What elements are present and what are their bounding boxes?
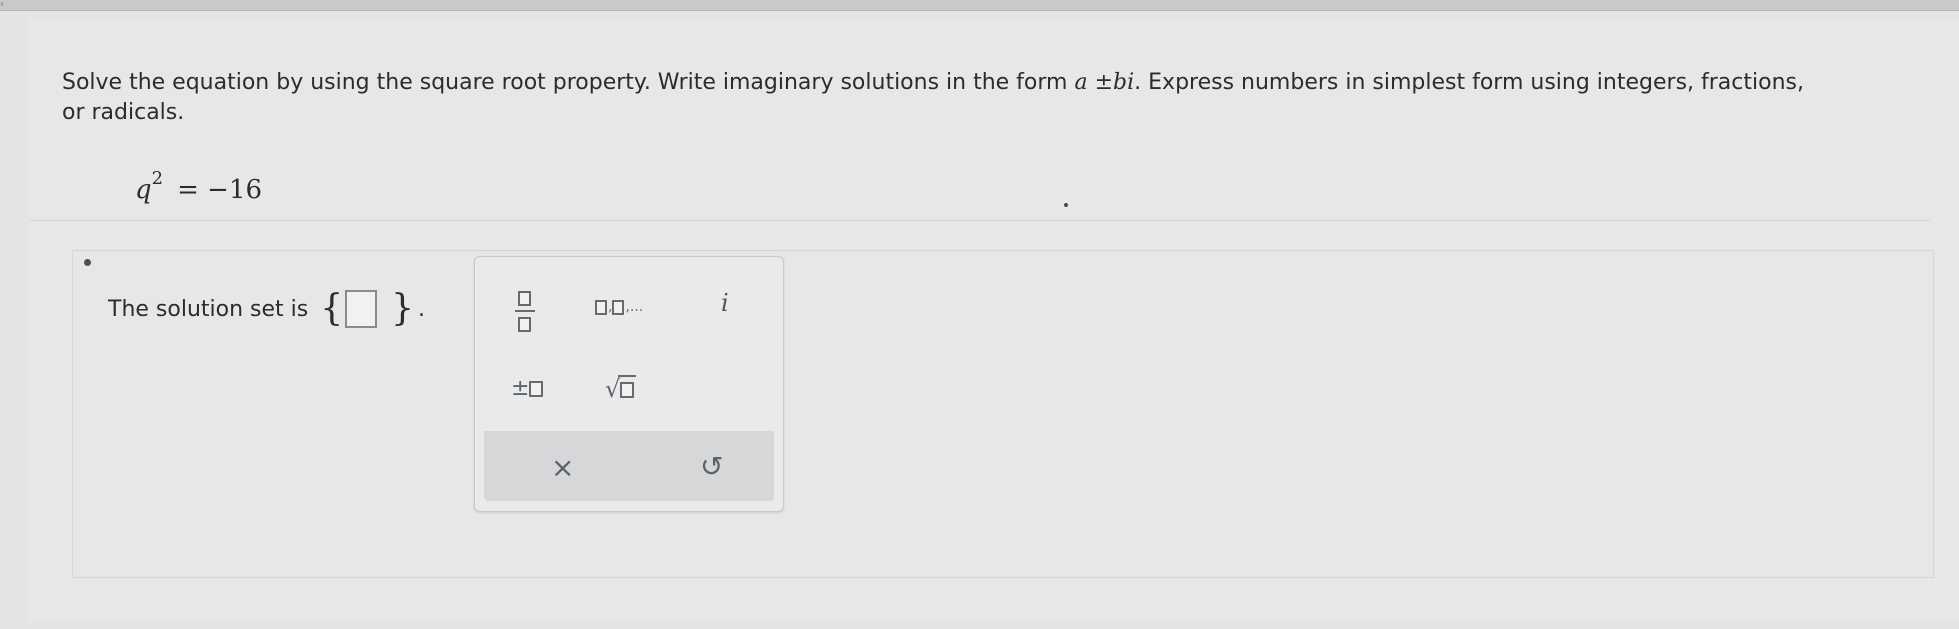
left-arrow-icon[interactable]: ‹ [0,0,8,10]
list-icon [595,299,607,315]
radicand-icon [618,375,637,399]
question-prompt: Solve the equation by using the square r… [62,68,1922,128]
keypad-action-bar: × ↺ [484,431,774,501]
fraction-icon [518,291,531,306]
equation-rest: = −16 [177,175,263,205]
fraction-button[interactable] [515,291,537,343]
open-brace: { [320,288,344,329]
plus-minus-button[interactable]: ± [511,376,544,401]
imaginary-unit-button[interactable]: i [721,291,729,315]
prompt-line1-end: . Express numbers in simplest form using… [1134,70,1804,95]
clear-button[interactable]: × [551,451,574,484]
list-button[interactable]: ,,... [595,297,643,317]
top-strip [0,0,1959,11]
period: . [418,296,426,322]
equation: q2 = −16 [135,168,262,205]
undo-button[interactable]: ↺ [700,450,723,483]
solution-label: The solution set is [108,296,309,322]
prompt-line1: Solve the equation by using the square r… [62,70,1075,95]
list-icon-2 [612,299,625,315]
prompt-form: a ±bi [1074,70,1135,95]
solution-line: The solution set is { } . [108,290,425,328]
fraction-bar [515,310,535,312]
bullet-icon [84,259,91,266]
plus-minus-box-icon [529,381,544,397]
close-brace: } [391,288,415,329]
square-root-button[interactable]: √ [605,375,637,401]
equation-exponent: 2 [151,168,164,189]
plus-minus-icon: ± [511,376,530,401]
dot-mark [1064,203,1068,207]
fraction-denominator-icon [518,317,531,332]
equation-variable: q [135,175,152,205]
question-area: Solve the equation by using the square r… [62,68,1922,128]
answer-input[interactable] [345,290,378,328]
prompt-line2: or radicals. [62,100,185,125]
math-keypad: ,,... i ± √ × ↺ [474,256,784,512]
divider [30,220,1930,221]
